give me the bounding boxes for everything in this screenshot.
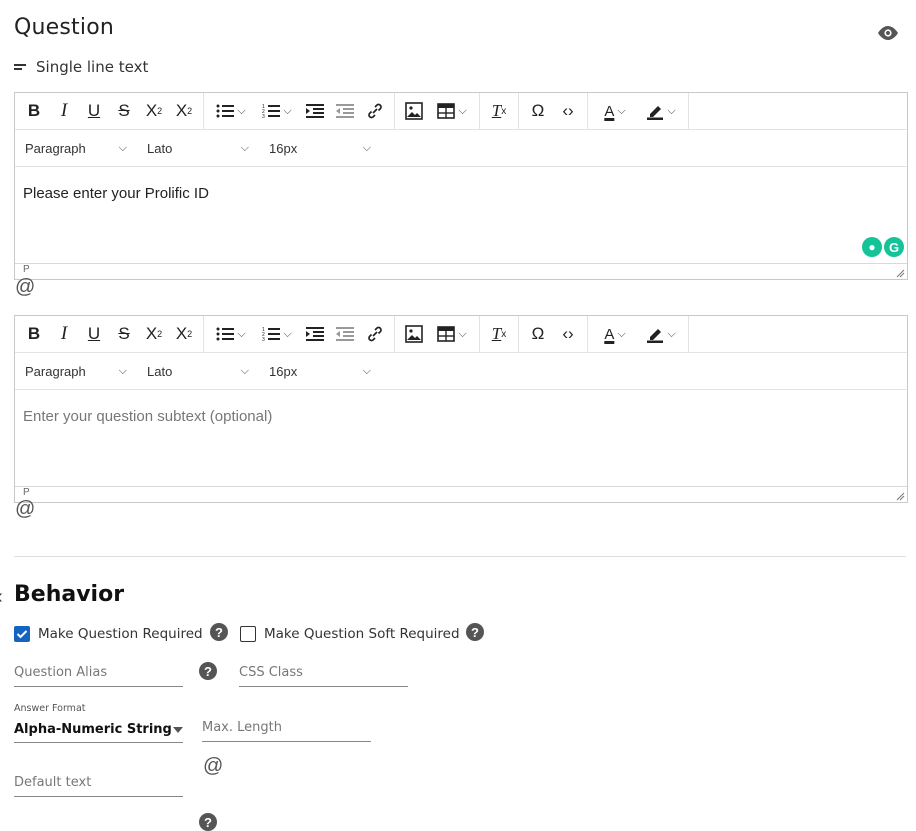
answer-format-value: Alpha-Numeric String <box>14 722 172 737</box>
page-title: Question <box>14 15 114 40</box>
superscript-button[interactable]: X2 <box>139 319 169 349</box>
question-editor: B I U S X2 X2 ⌵ 1 2 3 ⌵ ⌵ Tx Ω ‹› A ⌵ ⌵ … <box>14 92 908 280</box>
question-type-label: Single line text <box>36 58 149 76</box>
subtext-placeholder: Enter your question subtext (optional) <box>23 408 273 425</box>
chevron-down-icon: ⌵ <box>240 141 249 154</box>
max-length-input[interactable]: Max. Length <box>202 720 371 742</box>
underline-button[interactable]: U <box>79 96 109 126</box>
default-text-input[interactable]: Default text <box>14 775 183 797</box>
underline-button[interactable]: U <box>79 319 109 349</box>
soft-required-label: Make Question Soft Required <box>264 626 460 642</box>
font-select[interactable]: Lato ⌵ <box>137 353 259 389</box>
subtext-editor: B I U S X2 X2 ⌵ 1 2 3 ⌵ ⌵ Tx Ω ‹› A ⌵ ⌵ … <box>14 315 908 503</box>
grammarly-widget[interactable]: ● G <box>862 237 904 257</box>
answer-format-select[interactable]: Alpha-Numeric String <box>14 722 183 743</box>
help-icon[interactable]: ? <box>199 813 217 831</box>
collapse-chevron-icon[interactable]: ‹ <box>0 586 3 609</box>
outdent-button[interactable] <box>330 96 360 126</box>
editor-toolbar: B I U S X2 X2 ⌵ 1 2 3 ⌵ ⌵ Tx Ω ‹› A ⌵ ⌵ <box>15 316 907 353</box>
soft-required-checkbox-row[interactable]: Make Question Soft Required <box>240 626 460 642</box>
highlight-icon[interactable]: ⌵ <box>638 319 684 349</box>
required-label: Make Question Required <box>38 626 203 642</box>
numbered-list-button[interactable]: 1 2 3 ⌵ <box>254 319 300 349</box>
at-icon[interactable]: @ <box>203 755 223 778</box>
question-text-area[interactable]: Please enter your Prolific ID <box>15 167 907 263</box>
question-alias-input[interactable]: Question Alias <box>14 665 183 687</box>
dropdown-arrow-icon <box>173 726 183 733</box>
help-icon[interactable]: ? <box>210 623 228 641</box>
format-bar: Paragraph ⌵ Lato ⌵ 16px ⌵ <box>15 353 907 390</box>
bullet-list-button[interactable]: ⌵ <box>208 319 254 349</box>
at-icon[interactable]: @ <box>15 498 35 521</box>
text-color-icon[interactable]: A ⌵ <box>592 319 638 349</box>
clear-format-icon[interactable]: Tx <box>484 96 514 126</box>
chevron-down-icon: ⌵ <box>240 364 249 377</box>
strikethrough-button[interactable]: S <box>109 96 139 126</box>
strikethrough-button[interactable]: S <box>109 319 139 349</box>
chevron-down-icon: ⌵ <box>118 141 127 154</box>
clear-format-icon[interactable]: Tx <box>484 319 514 349</box>
subscript-button[interactable]: X2 <box>169 319 199 349</box>
outdent-button[interactable] <box>330 319 360 349</box>
paragraph-select[interactable]: Paragraph ⌵ <box>15 130 137 166</box>
at-icon[interactable]: @ <box>15 276 35 299</box>
italic-button[interactable]: I <box>49 96 79 126</box>
table-icon[interactable]: ⌵ <box>429 319 475 349</box>
help-icon[interactable]: ? <box>199 662 217 680</box>
highlight-icon[interactable]: ⌵ <box>638 96 684 126</box>
chevron-down-icon: ⌵ <box>362 141 371 154</box>
font-size-select[interactable]: 16px ⌵ <box>259 353 381 389</box>
indent-button[interactable] <box>300 96 330 126</box>
answer-format-label: Answer Format <box>14 703 86 714</box>
numbered-list-button[interactable]: 1 2 3 ⌵ <box>254 96 300 126</box>
source-code-icon[interactable]: ‹› <box>553 319 583 349</box>
source-code-icon[interactable]: ‹› <box>553 96 583 126</box>
chevron-down-icon: ⌵ <box>362 364 371 377</box>
paragraph-select[interactable]: Paragraph ⌵ <box>15 353 137 389</box>
link-icon[interactable] <box>360 96 390 126</box>
superscript-button[interactable]: X2 <box>139 96 169 126</box>
eye-icon[interactable] <box>876 24 900 42</box>
subtext-area[interactable]: Enter your question subtext (optional) <box>15 390 907 486</box>
editor-toolbar: B I U S X2 X2 ⌵ 1 2 3 ⌵ ⌵ Tx Ω ‹› A ⌵ ⌵ <box>15 93 907 130</box>
status-bar: P <box>15 263 907 279</box>
chevron-down-icon: ⌵ <box>118 364 127 377</box>
resize-handle-icon[interactable] <box>896 492 905 501</box>
subscript-button[interactable]: X2 <box>169 96 199 126</box>
special-char-icon[interactable]: Ω <box>523 96 553 126</box>
section-divider <box>14 556 906 557</box>
element-path: P <box>23 264 30 275</box>
text-color-icon[interactable]: A ⌵ <box>592 96 638 126</box>
special-char-icon[interactable]: Ω <box>523 319 553 349</box>
resize-handle-icon[interactable] <box>896 269 905 278</box>
css-class-input[interactable]: CSS Class <box>239 665 408 687</box>
font-select[interactable]: Lato ⌵ <box>137 130 259 166</box>
help-icon[interactable]: ? <box>466 623 484 641</box>
question-text: Please enter your Prolific ID <box>23 185 209 202</box>
lightbulb-icon[interactable]: ● <box>862 237 882 257</box>
image-icon[interactable] <box>399 319 429 349</box>
bold-button[interactable]: B <box>19 319 49 349</box>
bullet-list-button[interactable]: ⌵ <box>208 96 254 126</box>
single-line-icon <box>14 62 26 72</box>
link-icon[interactable] <box>360 319 390 349</box>
svg-text:3: 3 <box>262 114 265 119</box>
required-checkbox-row[interactable]: Make Question Required <box>14 626 203 642</box>
format-bar: Paragraph ⌵ Lato ⌵ 16px ⌵ <box>15 130 907 167</box>
italic-button[interactable]: I <box>49 319 79 349</box>
table-icon[interactable]: ⌵ <box>429 96 475 126</box>
soft-required-checkbox[interactable] <box>240 626 256 642</box>
font-size-select[interactable]: 16px ⌵ <box>259 130 381 166</box>
behavior-title: Behavior <box>14 582 125 607</box>
indent-button[interactable] <box>300 319 330 349</box>
question-type[interactable]: Single line text <box>14 58 148 76</box>
element-path: P <box>23 487 30 498</box>
svg-text:3: 3 <box>262 337 265 342</box>
image-icon[interactable] <box>399 96 429 126</box>
grammarly-icon[interactable]: G <box>884 237 904 257</box>
required-checkbox[interactable] <box>14 626 30 642</box>
bold-button[interactable]: B <box>19 96 49 126</box>
status-bar: P <box>15 486 907 502</box>
